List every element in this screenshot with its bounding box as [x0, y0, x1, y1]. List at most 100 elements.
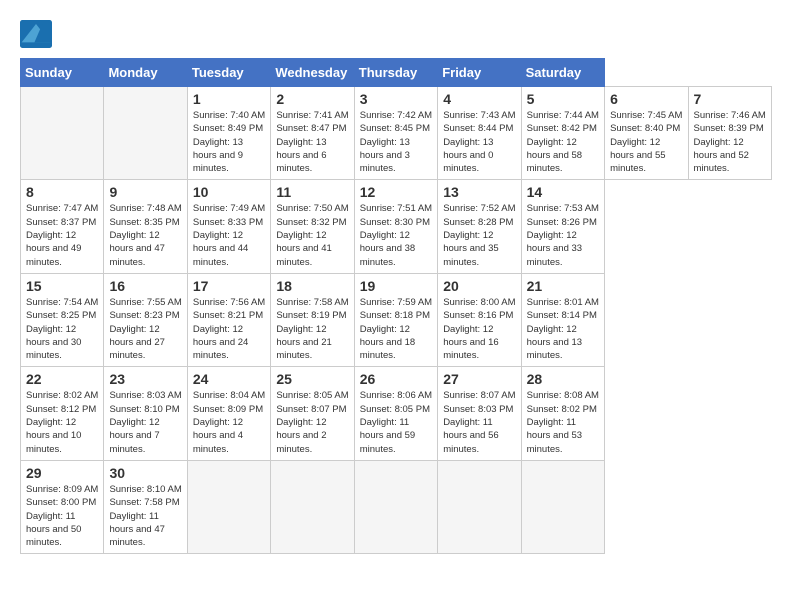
day-info: Sunrise: 7:53 AMSunset: 8:26 PMDaylight:… — [527, 202, 599, 268]
calendar-cell: 29 Sunrise: 8:09 AMSunset: 8:00 PMDayligh… — [21, 460, 104, 553]
day-number: 7 — [694, 91, 767, 107]
day-info: Sunrise: 7:40 AMSunset: 8:49 PMDaylight:… — [193, 109, 265, 175]
day-number: 28 — [527, 371, 599, 387]
day-number: 1 — [193, 91, 265, 107]
calendar-cell: 30 Sunrise: 8:10 AMSunset: 7:58 PMDayligh… — [104, 460, 187, 553]
calendar-cell: 14 Sunrise: 7:53 AMSunset: 8:26 PMDayligh… — [521, 180, 604, 273]
day-number: 14 — [527, 184, 599, 200]
day-info: Sunrise: 7:41 AMSunset: 8:47 PMDaylight:… — [276, 109, 348, 175]
day-number: 29 — [26, 465, 98, 481]
calendar-cell — [187, 460, 270, 553]
day-number: 18 — [276, 278, 348, 294]
day-number: 4 — [443, 91, 515, 107]
day-info: Sunrise: 7:55 AMSunset: 8:23 PMDaylight:… — [109, 296, 181, 362]
logo — [20, 20, 56, 48]
calendar-week-1: 1 Sunrise: 7:40 AMSunset: 8:49 PMDaylight… — [21, 87, 772, 180]
calendar-cell: 22 Sunrise: 8:02 AMSunset: 8:12 PMDayligh… — [21, 367, 104, 460]
day-number: 27 — [443, 371, 515, 387]
day-number: 17 — [193, 278, 265, 294]
day-number: 21 — [527, 278, 599, 294]
day-info: Sunrise: 8:03 AMSunset: 8:10 PMDaylight:… — [109, 389, 181, 455]
day-number: 16 — [109, 278, 181, 294]
calendar-cell: 11 Sunrise: 7:50 AMSunset: 8:32 PMDayligh… — [271, 180, 354, 273]
calendar-cell: 12 Sunrise: 7:51 AMSunset: 8:30 PMDayligh… — [354, 180, 437, 273]
calendar-cell: 23 Sunrise: 8:03 AMSunset: 8:10 PMDayligh… — [104, 367, 187, 460]
day-info: Sunrise: 8:00 AMSunset: 8:16 PMDaylight:… — [443, 296, 515, 362]
calendar-cell: 8 Sunrise: 7:47 AMSunset: 8:37 PMDaylight… — [21, 180, 104, 273]
day-number: 6 — [610, 91, 682, 107]
weekday-header-sunday: Sunday — [21, 59, 104, 87]
day-number: 9 — [109, 184, 181, 200]
day-number: 23 — [109, 371, 181, 387]
day-number: 11 — [276, 184, 348, 200]
calendar-cell: 2 Sunrise: 7:41 AMSunset: 8:47 PMDaylight… — [271, 87, 354, 180]
calendar-cell — [354, 460, 437, 553]
weekday-header-tuesday: Tuesday — [187, 59, 270, 87]
day-info: Sunrise: 8:02 AMSunset: 8:12 PMDaylight:… — [26, 389, 98, 455]
calendar-cell: 9 Sunrise: 7:48 AMSunset: 8:35 PMDaylight… — [104, 180, 187, 273]
day-number: 5 — [527, 91, 599, 107]
calendar-cell: 10 Sunrise: 7:49 AMSunset: 8:33 PMDayligh… — [187, 180, 270, 273]
day-info: Sunrise: 7:52 AMSunset: 8:28 PMDaylight:… — [443, 202, 515, 268]
day-number: 24 — [193, 371, 265, 387]
day-number: 25 — [276, 371, 348, 387]
calendar-cell — [104, 87, 187, 180]
day-info: Sunrise: 7:49 AMSunset: 8:33 PMDaylight:… — [193, 202, 265, 268]
day-number: 20 — [443, 278, 515, 294]
calendar-table: SundayMondayTuesdayWednesdayThursdayFrid… — [20, 58, 772, 554]
day-info: Sunrise: 7:54 AMSunset: 8:25 PMDaylight:… — [26, 296, 98, 362]
day-number: 30 — [109, 465, 181, 481]
day-info: Sunrise: 7:51 AMSunset: 8:30 PMDaylight:… — [360, 202, 432, 268]
calendar-week-4: 22 Sunrise: 8:02 AMSunset: 8:12 PMDayligh… — [21, 367, 772, 460]
day-number: 2 — [276, 91, 348, 107]
calendar-cell: 17 Sunrise: 7:56 AMSunset: 8:21 PMDayligh… — [187, 273, 270, 366]
calendar-cell: 25Sunrise: 8:05 AMSunset: 8:07 PMDayligh… — [271, 367, 354, 460]
calendar-cell: 24 Sunrise: 8:04 AMSunset: 8:09 PMDayligh… — [187, 367, 270, 460]
day-info: Sunrise: 7:44 AMSunset: 8:42 PMDaylight:… — [527, 109, 599, 175]
day-info: Sunrise: 7:48 AMSunset: 8:35 PMDaylight:… — [109, 202, 181, 268]
weekday-header-friday: Friday — [438, 59, 521, 87]
day-info: Sunrise: 7:42 AMSunset: 8:45 PMDaylight:… — [360, 109, 432, 175]
calendar-cell: 3 Sunrise: 7:42 AMSunset: 8:45 PMDaylight… — [354, 87, 437, 180]
day-number: 22 — [26, 371, 98, 387]
day-number: 3 — [360, 91, 432, 107]
day-info: Sunrise: 8:08 AMSunset: 8:02 PMDaylight:… — [527, 389, 599, 455]
calendar-cell: 20 Sunrise: 8:00 AMSunset: 8:16 PMDayligh… — [438, 273, 521, 366]
day-info: Sunrise: 8:06 AMSunset: 8:05 PMDaylight:… — [360, 389, 432, 455]
calendar-week-3: 15Sunrise: 7:54 AMSunset: 8:25 PMDayligh… — [21, 273, 772, 366]
calendar-cell: 6 Sunrise: 7:45 AMSunset: 8:40 PMDaylight… — [605, 87, 688, 180]
weekday-header-wednesday: Wednesday — [271, 59, 354, 87]
day-info: Sunrise: 7:50 AMSunset: 8:32 PMDaylight:… — [276, 202, 348, 268]
day-number: 8 — [26, 184, 98, 200]
calendar-cell — [271, 460, 354, 553]
day-info: Sunrise: 8:07 AMSunset: 8:03 PMDaylight:… — [443, 389, 515, 455]
calendar-week-2: 8 Sunrise: 7:47 AMSunset: 8:37 PMDaylight… — [21, 180, 772, 273]
calendar-cell: 13 Sunrise: 7:52 AMSunset: 8:28 PMDayligh… — [438, 180, 521, 273]
day-info: Sunrise: 8:09 AMSunset: 8:00 PMDaylight:… — [26, 483, 98, 549]
calendar-cell: 7Sunrise: 7:46 AMSunset: 8:39 PMDaylight… — [688, 87, 772, 180]
calendar-cell: 16 Sunrise: 7:55 AMSunset: 8:23 PMDayligh… — [104, 273, 187, 366]
day-info: Sunrise: 7:45 AMSunset: 8:40 PMDaylight:… — [610, 109, 682, 175]
day-info: Sunrise: 8:04 AMSunset: 8:09 PMDaylight:… — [193, 389, 265, 455]
calendar-cell: 5 Sunrise: 7:44 AMSunset: 8:42 PMDaylight… — [521, 87, 604, 180]
day-info: Sunrise: 7:56 AMSunset: 8:21 PMDaylight:… — [193, 296, 265, 362]
day-info: Sunrise: 8:01 AMSunset: 8:14 PMDaylight:… — [527, 296, 599, 362]
calendar-cell — [21, 87, 104, 180]
weekday-header-monday: Monday — [104, 59, 187, 87]
day-info: Sunrise: 7:58 AMSunset: 8:19 PMDaylight:… — [276, 296, 348, 362]
day-number: 12 — [360, 184, 432, 200]
day-info: Sunrise: 7:43 AMSunset: 8:44 PMDaylight:… — [443, 109, 515, 175]
header-row: SundayMondayTuesdayWednesdayThursdayFrid… — [21, 59, 772, 87]
weekday-header-saturday: Saturday — [521, 59, 604, 87]
calendar-cell: 27 Sunrise: 8:07 AMSunset: 8:03 PMDayligh… — [438, 367, 521, 460]
calendar-cell: 26 Sunrise: 8:06 AMSunset: 8:05 PMDayligh… — [354, 367, 437, 460]
day-number: 13 — [443, 184, 515, 200]
day-info: Sunrise: 8:10 AMSunset: 7:58 PMDaylight:… — [109, 483, 181, 549]
day-info: Sunrise: 7:47 AMSunset: 8:37 PMDaylight:… — [26, 202, 98, 268]
calendar-cell: 15Sunrise: 7:54 AMSunset: 8:25 PMDayligh… — [21, 273, 104, 366]
day-number: 26 — [360, 371, 432, 387]
calendar-cell: 18 Sunrise: 7:58 AMSunset: 8:19 PMDayligh… — [271, 273, 354, 366]
day-number: 10 — [193, 184, 265, 200]
calendar-cell: 21 Sunrise: 8:01 AMSunset: 8:14 PMDayligh… — [521, 273, 604, 366]
page-header — [20, 20, 772, 48]
